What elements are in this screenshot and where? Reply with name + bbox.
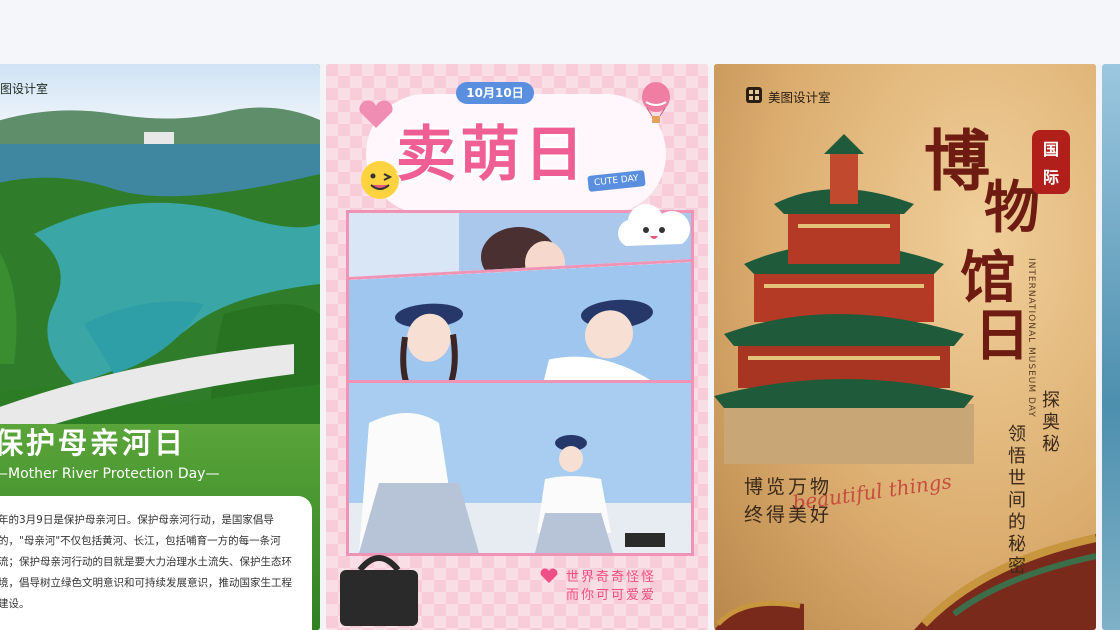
seal-char-2: 际 (1043, 168, 1060, 187)
poster-subtitle: —Mother River Protection Day— (0, 466, 220, 482)
title-char-3: 馆 (960, 245, 1016, 311)
date-badge: 10月10日 (456, 82, 534, 104)
heart-icon (359, 100, 393, 128)
title-char-1: 博 (924, 122, 990, 200)
vertical-slogan-2: 领悟世间的秘密 (1005, 424, 1026, 578)
template-card-museum-day[interactable]: 美图设计室 博 物 馆 日 国 际 INTERNATIONAL MUSEUM D… (714, 64, 1096, 630)
brand-label: 美图设计室 (768, 90, 831, 105)
poster-title: 卖萌日 (396, 120, 588, 190)
meitu-logo-icon (746, 87, 762, 103)
headline-line-2: 终得美好 (744, 504, 833, 526)
template-card-mother-river[interactable]: 图设计室 保护母亲河日 —Mother River Protection Day… (0, 64, 320, 630)
river-landscape-image (0, 64, 320, 464)
vertical-slogan-1: 探奥秘 (1039, 390, 1060, 456)
template-card-cute-day[interactable]: 10月10日 卖萌日 CUTE DAY 世界奇奇怪怪 而你可可爱爱 (326, 64, 708, 630)
hot-air-balloon-icon (642, 82, 670, 123)
english-title: INTERNATIONAL MUSEUM DAY (1026, 258, 1036, 418)
school-bag-icon (340, 555, 418, 626)
small-heart-icon (540, 568, 558, 583)
title-char-4: 日 (974, 303, 1030, 369)
girl-photo-3 (349, 383, 691, 553)
footer-line-2: 而你可可爱爱 (566, 588, 657, 603)
footer-line-1: 世界奇奇怪怪 (566, 570, 657, 585)
headline-line-1: 博览万物 (744, 476, 833, 498)
template-card-partial[interactable] (1102, 64, 1120, 630)
top-bar (0, 0, 1120, 64)
seal-char-1: 国 (1043, 140, 1060, 159)
cloud-face-icon (618, 204, 691, 246)
photo-frame-3 (346, 380, 694, 556)
roof-corner-image (714, 600, 804, 630)
poster-body-text: 年的3月9日是保护母亲河日。保护母亲河行动，是国家倡导的，"母亲河"不仅包括黄河… (0, 514, 292, 610)
poster-title: 保护母亲河日 (0, 426, 187, 460)
brand-label: 图设计室 (0, 82, 49, 96)
